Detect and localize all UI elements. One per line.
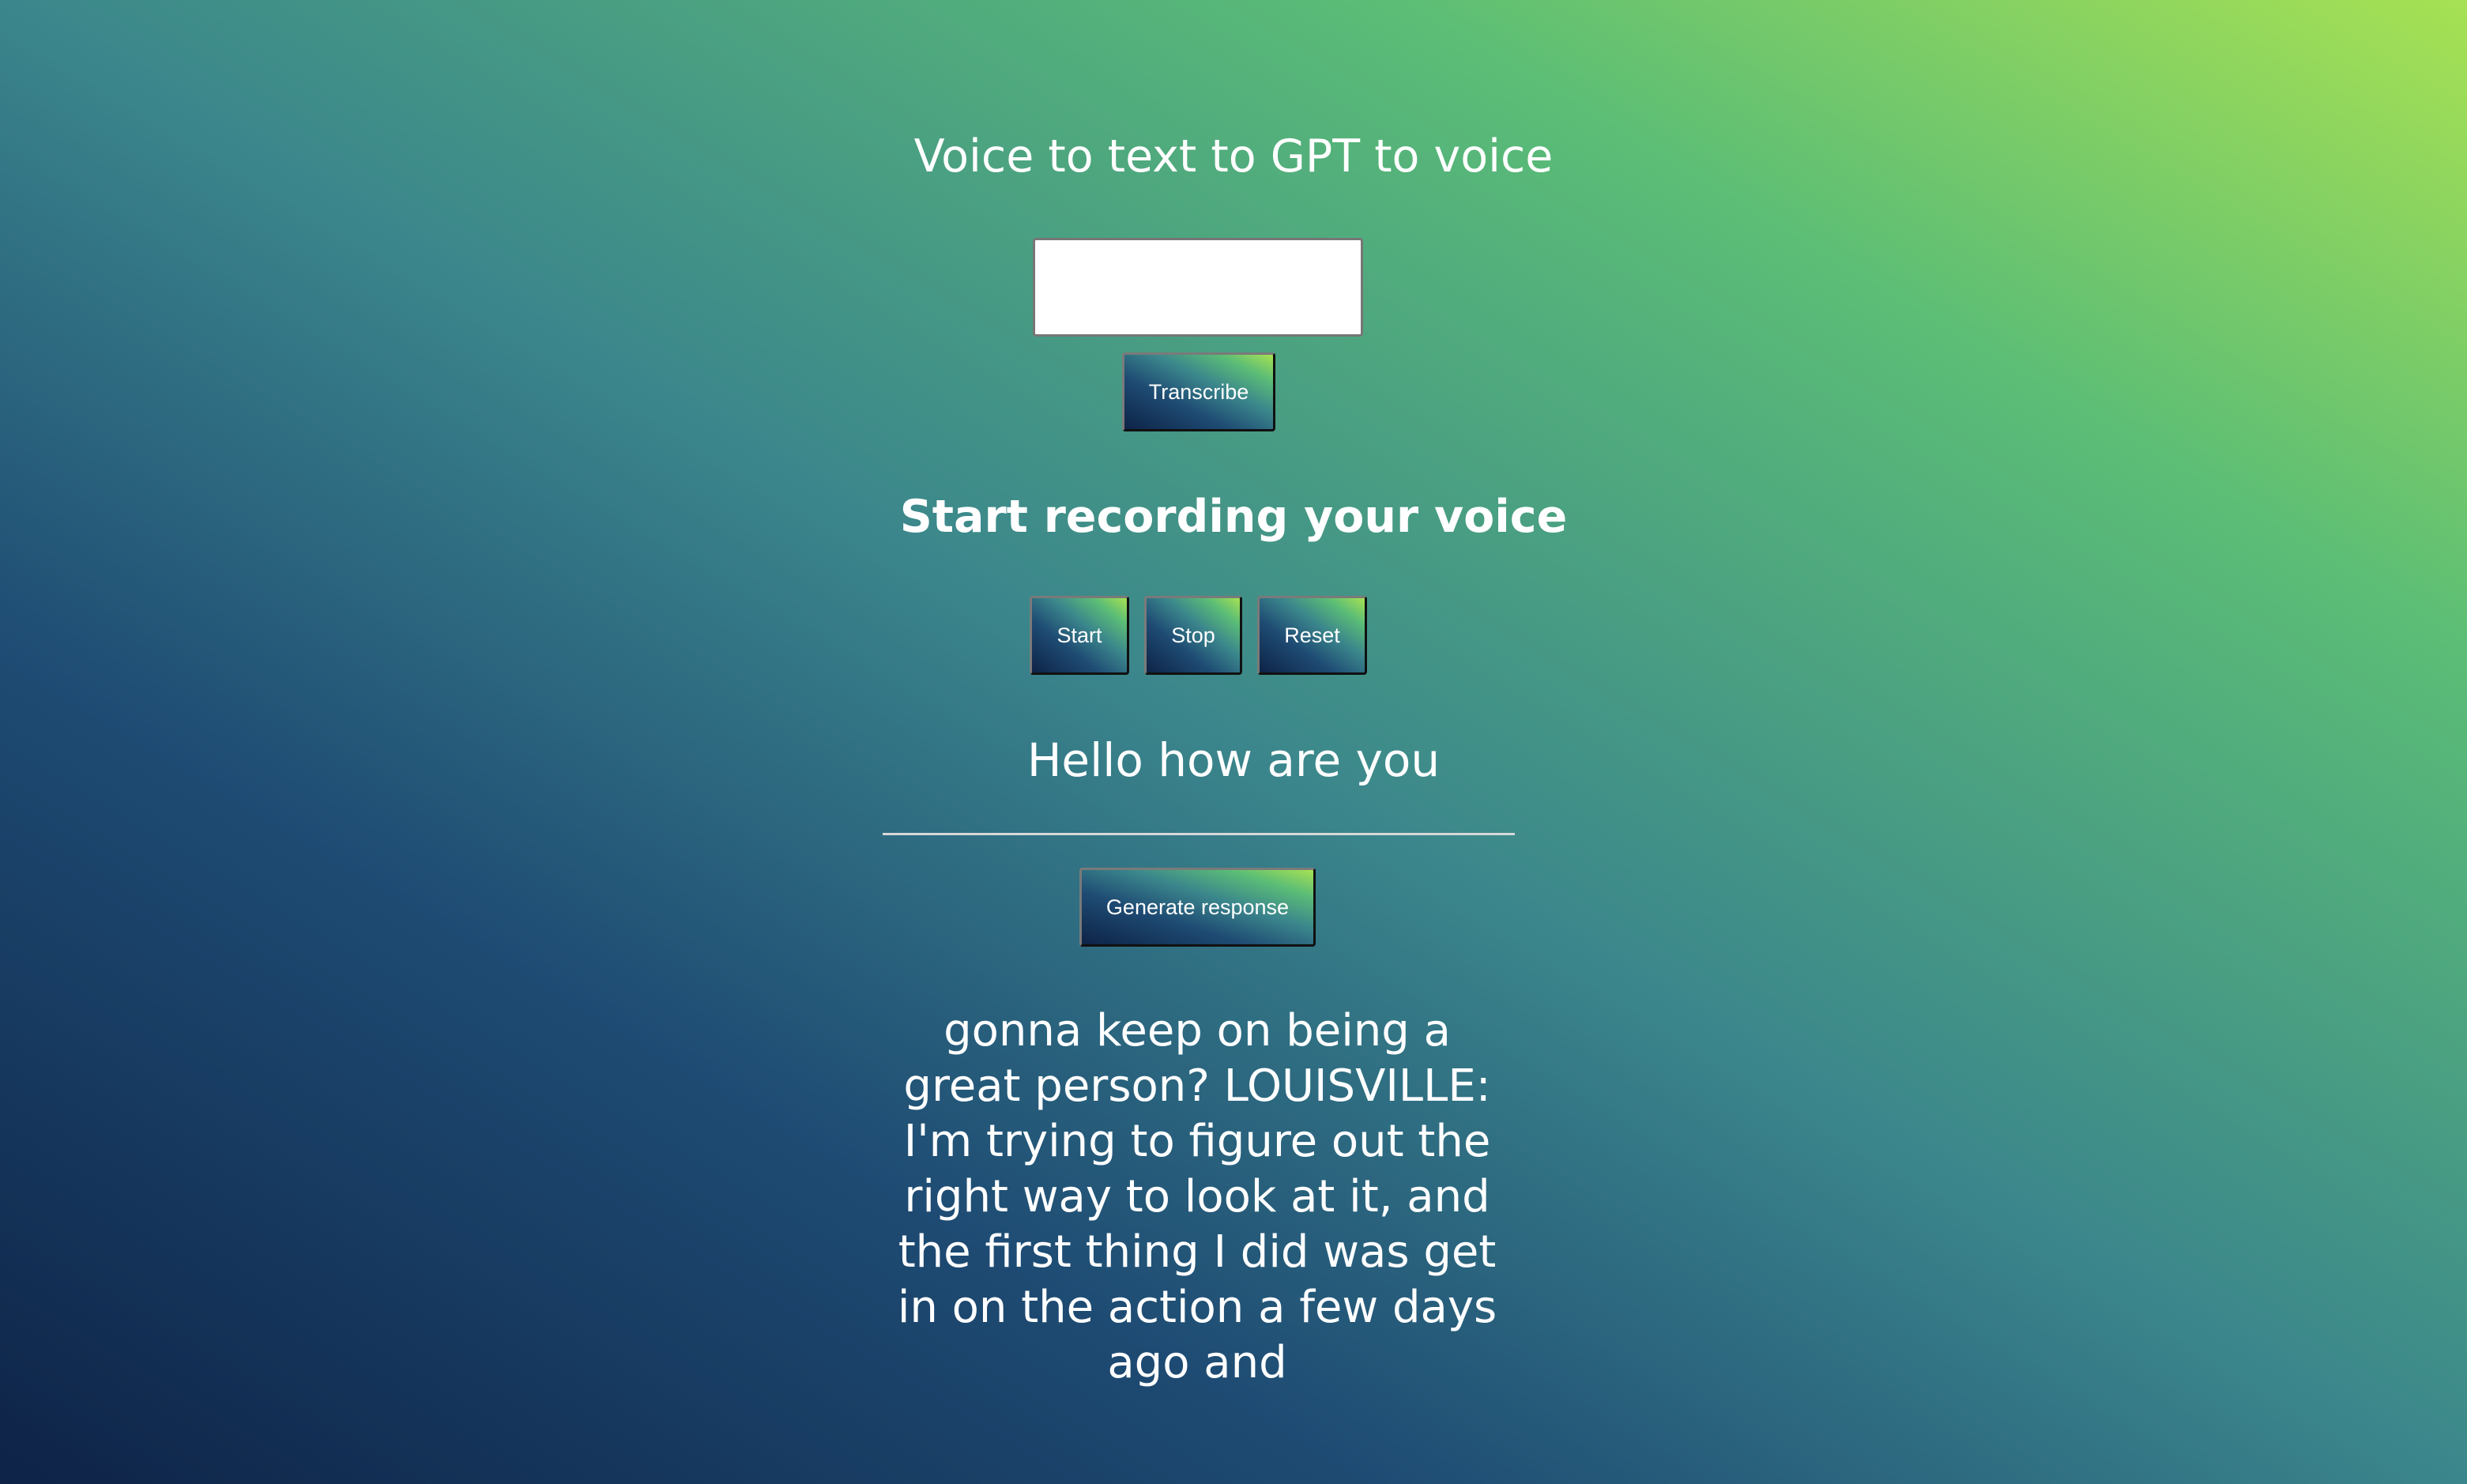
recording-heading: Start recording your voice bbox=[899, 491, 1568, 543]
reset-button[interactable]: Reset bbox=[1257, 596, 1367, 675]
app-container: Voice to text to GPT to voice Transcribe… bbox=[0, 0, 2467, 1484]
transcribe-button[interactable]: Transcribe bbox=[1122, 352, 1275, 431]
audio-file-input[interactable] bbox=[1033, 238, 1363, 337]
transcript-text: Hello how are you bbox=[1026, 733, 1441, 787]
gpt-response-text: gonna keep on being a great person? LOUI… bbox=[897, 1005, 1497, 1388]
page-title: Voice to text to GPT to voice bbox=[913, 130, 1554, 183]
divider bbox=[883, 833, 1515, 835]
stop-button[interactable]: Stop bbox=[1144, 596, 1242, 675]
generate-response-button[interactable]: Generate response bbox=[1079, 868, 1316, 947]
start-button[interactable]: Start bbox=[1030, 596, 1129, 675]
